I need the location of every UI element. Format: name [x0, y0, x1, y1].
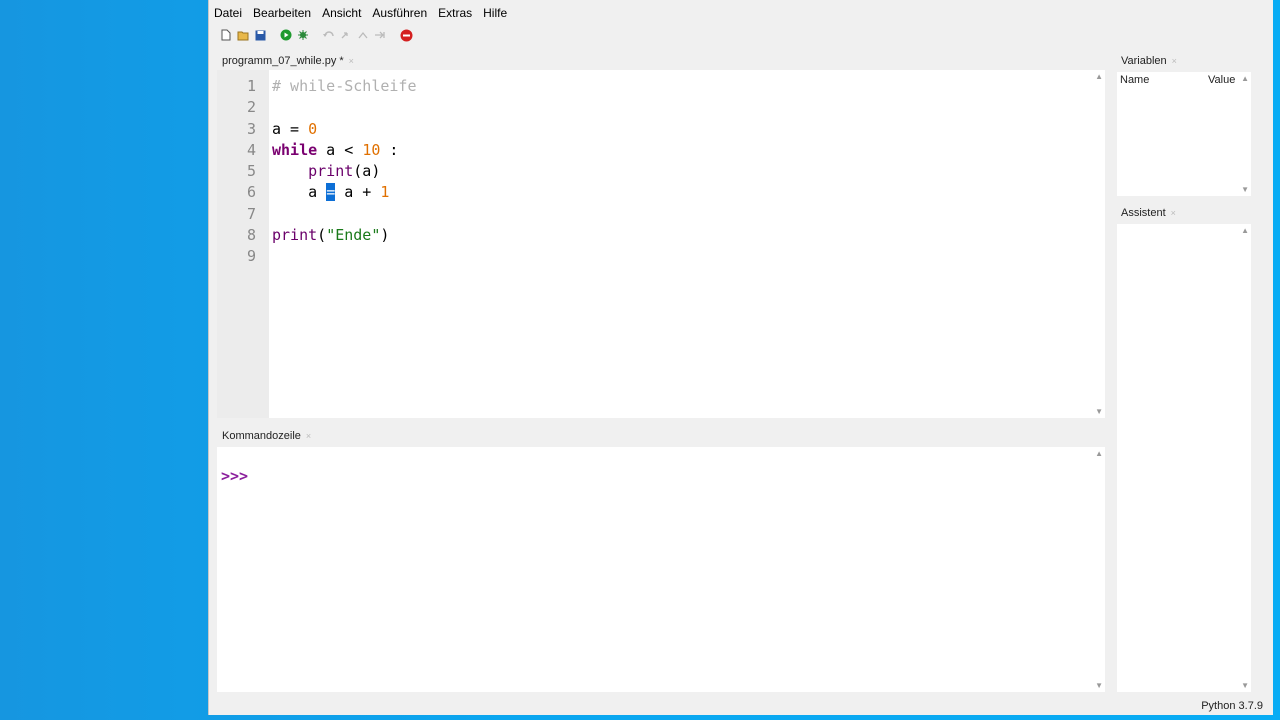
code-token: # while-Schleife [272, 77, 417, 95]
code-text: while a < 10 : [272, 140, 398, 161]
code-token: (a) [353, 162, 381, 181]
python-version-status: Python 3.7.9 [1201, 700, 1263, 712]
code-text: a = 0 [272, 119, 317, 140]
assistant-scrollbar[interactable]: ▲ ▼ [1239, 224, 1251, 692]
close-icon[interactable]: × [306, 431, 311, 441]
code-text: a = a + 1 [272, 182, 389, 203]
code-line[interactable]: 7 [217, 204, 417, 225]
menu-datei[interactable]: Datei [209, 3, 248, 23]
code-token: : [380, 140, 399, 159]
code-line[interactable]: 1 # while-Schleife [217, 76, 417, 97]
console-panel[interactable]: >>> ▲ ▼ [217, 447, 1105, 692]
variables-col-value[interactable]: Value [1208, 74, 1235, 86]
menu-hilfe[interactable]: Hilfe [478, 3, 513, 23]
line-number: 2 [246, 98, 256, 117]
code-token: a + [335, 183, 381, 202]
assistant-panel: ▲ ▼ [1117, 224, 1251, 692]
code-token: print [272, 226, 318, 245]
code-line[interactable]: 9 [217, 246, 417, 267]
code-token: 0 [308, 119, 318, 138]
code-token: ) [380, 226, 390, 245]
line-number: 7 [246, 204, 256, 223]
tab-editor-label: programm_07_while.py * [222, 55, 344, 67]
code-area[interactable]: 1 # while-Schleife 2 3 a = 0 4 while a < 10 :5… [217, 76, 417, 268]
undo-icon[interactable] [322, 28, 336, 42]
code-line[interactable]: 4 while a < 10 : [217, 140, 417, 161]
save-icon[interactable] [253, 28, 267, 42]
toolbar [219, 26, 413, 44]
code-line[interactable]: 2 [217, 97, 417, 118]
line-number: 3 [246, 119, 256, 138]
code-token: ( [317, 226, 327, 245]
tab-variables[interactable]: Variablen × [1115, 51, 1183, 71]
code-text: # while-Schleife [272, 76, 417, 97]
close-icon[interactable]: × [1171, 208, 1176, 218]
tab-console[interactable]: Kommandozeile × [216, 426, 318, 446]
code-text: print("Ende") [272, 225, 389, 246]
line-number: 5 [246, 162, 256, 181]
stop-icon[interactable] [399, 28, 413, 42]
code-token: a [272, 183, 327, 202]
tab-console-label: Kommandozeile [222, 430, 301, 442]
editor-scrollbar[interactable]: ▲ ▼ [1093, 70, 1105, 418]
menu-extras[interactable]: Extras [433, 3, 478, 23]
line-number: 8 [246, 226, 256, 245]
line-number: 6 [246, 183, 256, 202]
console-prompt: >>> [221, 467, 249, 485]
variables-panel: Name Value ▲ ▼ [1117, 72, 1251, 196]
tab-editor-file[interactable]: programm_07_while.py * × [216, 51, 360, 71]
redo-icon[interactable] [339, 28, 353, 42]
code-line[interactable]: 6 a = a + 1 [217, 182, 417, 203]
selected-text: = [326, 183, 336, 202]
ide-window: Datei Bearbeiten Ansicht Ausführen Extra… [208, 0, 1273, 715]
code-text: print(a) [272, 161, 380, 182]
code-token: "Ende" [326, 226, 381, 245]
tab-assistant[interactable]: Assistent × [1115, 203, 1182, 223]
menu-ausfuehren[interactable]: Ausführen [367, 3, 433, 23]
line-number: 4 [246, 140, 256, 159]
code-token: while [272, 140, 318, 159]
run-icon[interactable] [279, 28, 293, 42]
debug-icon[interactable] [296, 28, 310, 42]
close-icon[interactable]: × [349, 56, 354, 66]
tab-variables-label: Variablen [1121, 55, 1167, 67]
new-file-icon[interactable] [219, 28, 233, 42]
menu-ansicht[interactable]: Ansicht [317, 3, 367, 23]
code-token: 1 [380, 183, 390, 202]
tab-assistant-label: Assistent [1121, 207, 1166, 219]
code-line[interactable]: 3 a = 0 [217, 119, 417, 140]
step-icon[interactable] [356, 28, 370, 42]
close-icon[interactable]: × [1172, 56, 1177, 66]
code-line[interactable]: 8 print("Ende") [217, 225, 417, 246]
menu-bar: Datei Bearbeiten Ansicht Ausführen Extra… [209, 3, 513, 23]
code-token: a = [272, 119, 309, 138]
menu-bearbeiten[interactable]: Bearbeiten [248, 3, 317, 23]
code-token: a < [317, 140, 363, 159]
line-number: 9 [246, 247, 256, 266]
code-token: 10 [362, 140, 381, 159]
code-line[interactable]: 5 print(a) [217, 161, 417, 182]
code-token: print [308, 162, 354, 181]
console-scrollbar[interactable]: ▲ ▼ [1093, 447, 1105, 692]
step-over-icon[interactable] [373, 28, 387, 42]
code-editor[interactable]: 1 # while-Schleife 2 3 a = 0 4 while a < 10 :5… [217, 70, 1105, 418]
line-number: 1 [246, 77, 256, 95]
variables-scrollbar[interactable]: ▲ ▼ [1239, 72, 1251, 196]
open-folder-icon[interactable] [236, 28, 250, 42]
variables-col-name[interactable]: Name [1120, 74, 1149, 86]
